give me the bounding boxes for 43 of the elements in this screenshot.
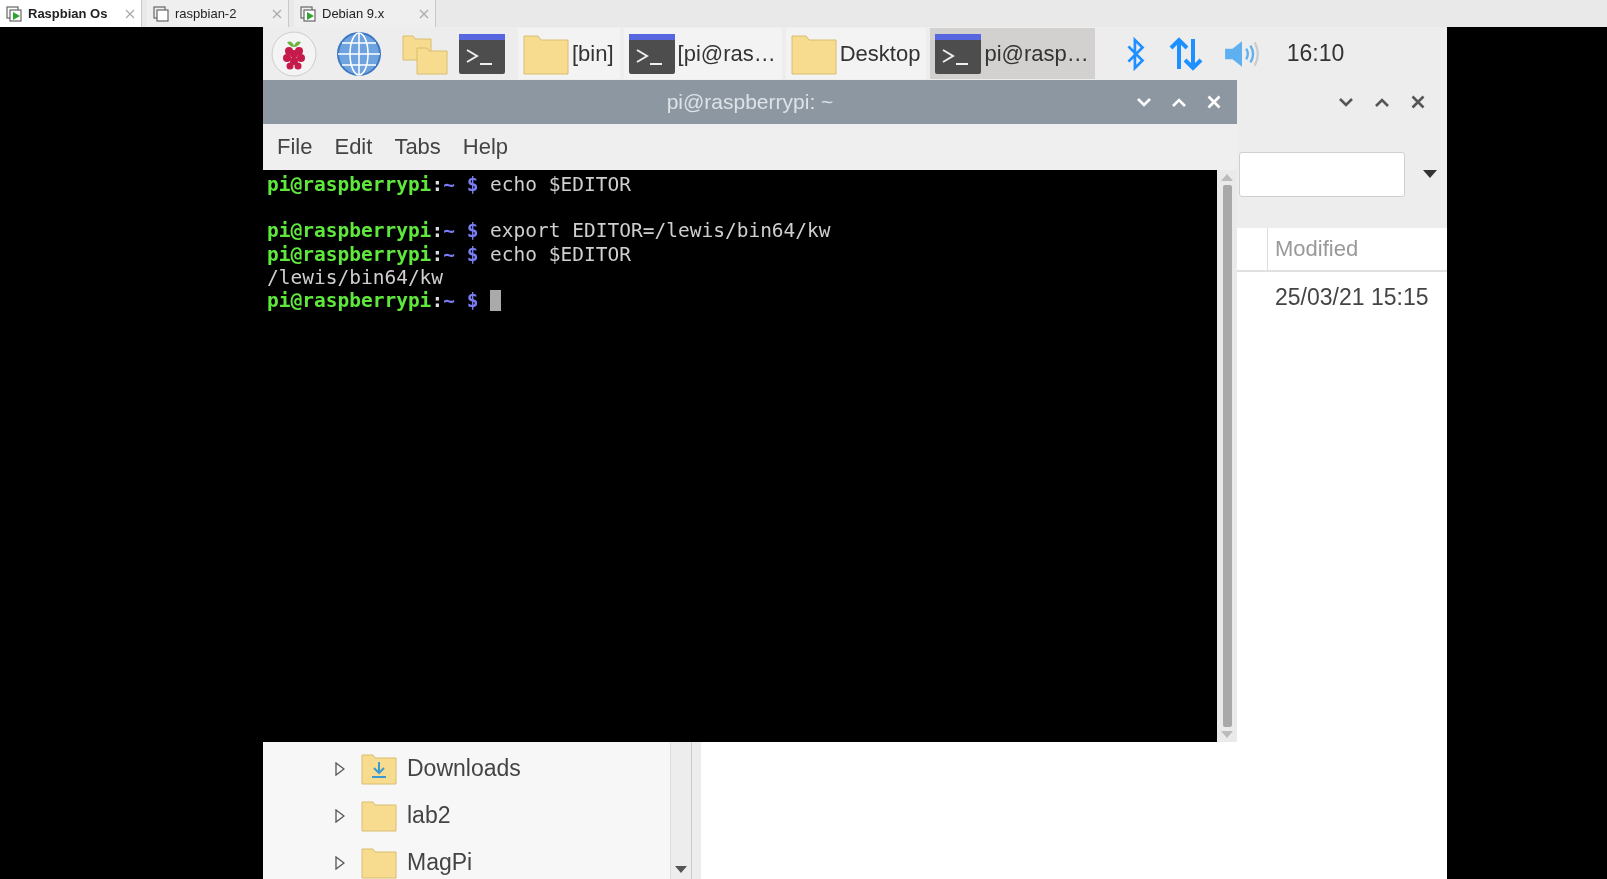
scrollbar-thumb[interactable] [1222, 185, 1232, 727]
path-field[interactable] [1239, 151, 1405, 197]
vm-icon [153, 5, 169, 22]
download-folder-icon [361, 752, 397, 785]
vm-tab[interactable]: Raspbian Os [0, 0, 142, 27]
folder-tree-item[interactable]: Downloads [407, 755, 521, 782]
scrollbar[interactable] [1217, 170, 1237, 742]
clock[interactable]: 16:10 [1286, 40, 1345, 67]
vm-tab[interactable]: raspbian-2 [147, 0, 289, 27]
minimize-icon[interactable] [1339, 97, 1353, 107]
menu-item[interactable]: Help [462, 134, 509, 160]
folder-icon [361, 799, 397, 832]
taskbar-window-button[interactable]: [bin] [518, 28, 620, 79]
taskbar-window-button[interactable]: [pi@ras… [623, 28, 782, 79]
terminal-line: pi@raspberrypi:~ $ export EDITOR=/lewis/bin64/kw [267, 219, 831, 243]
expander-icon[interactable] [335, 761, 345, 776]
menu-item[interactable]: Edit [334, 134, 373, 160]
terminal-console[interactable]: pi@raspberrypi:~ $ echo $EDITOR pi@raspberrypi:~ $ export EDITOR=/lewis/bin64/kw pi@raspberrypi:~ $ echo $EDITOR /lewis/bin64/kw pi@raspberrypi:~ $ [263, 170, 1217, 742]
terminal-line: pi@raspberrypi:~ $ echo $EDITOR [267, 242, 631, 266]
close-icon[interactable] [1411, 95, 1425, 109]
menu-item[interactable]: File [277, 134, 313, 160]
folder-icon [361, 846, 397, 879]
menu-item[interactable]: Tabs [394, 134, 441, 160]
terminal-line: pi@raspberrypi:~ $ [267, 289, 479, 313]
window-title: pi@raspberrypi: ~ [666, 90, 834, 114]
expander-icon[interactable] [335, 855, 345, 870]
taskbar-window-button[interactable]: Desktop [785, 28, 927, 79]
modified-cell-text: 25/03/21 15:15 [1274, 283, 1430, 311]
taskbar-window-button[interactable]: pi@rasp… [930, 28, 1095, 79]
dropdown-arrow-icon[interactable] [1423, 170, 1437, 178]
vm-tab[interactable]: Debian 9.x [294, 0, 436, 27]
folder-tree-item[interactable]: MagPi [407, 849, 473, 876]
scroll-down-arrow-icon[interactable] [675, 866, 687, 873]
folder-tree-item[interactable]: lab2 [407, 802, 451, 829]
raspberry-icon[interactable] [270, 29, 318, 78]
vm-icon [6, 5, 22, 22]
globe-icon[interactable] [335, 29, 383, 78]
terminal-line: pi@raspberrypi:~ $ echo $EDITOR [267, 173, 631, 197]
expander-icon[interactable] [335, 808, 345, 823]
terminal-line: /lewis/bin64/kw [267, 265, 444, 289]
scroll-up-arrow-icon[interactable] [1221, 174, 1233, 181]
maximize-icon[interactable] [1375, 97, 1389, 107]
vm-icon [300, 5, 316, 22]
